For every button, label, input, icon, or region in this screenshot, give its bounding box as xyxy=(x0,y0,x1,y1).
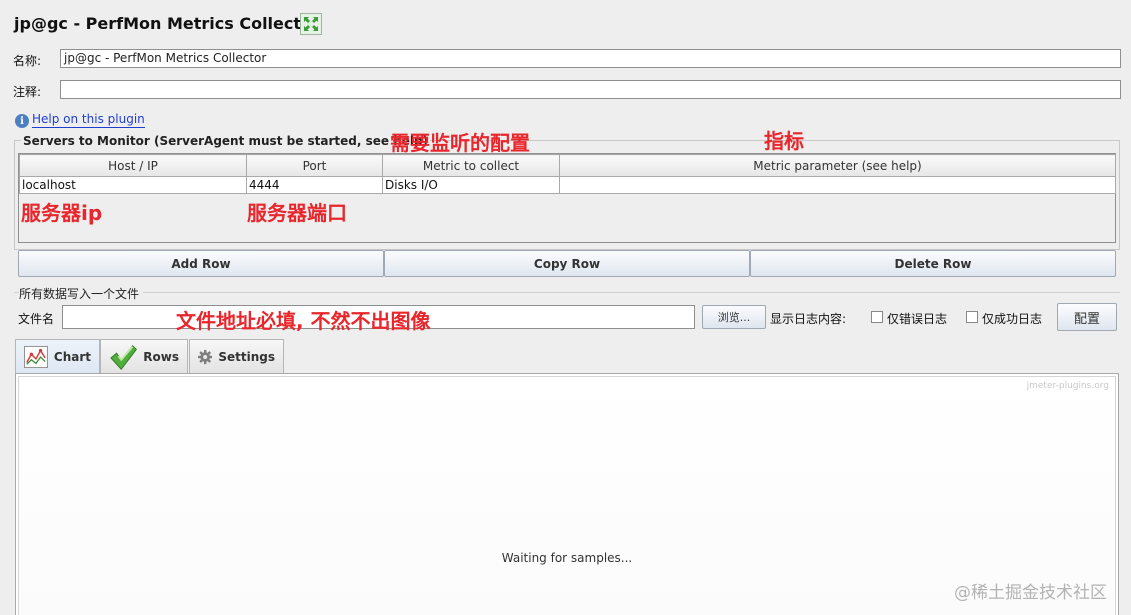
tab-chart-label: Chart xyxy=(53,349,91,364)
name-input[interactable]: jp@gc - PerfMon Metrics Collector xyxy=(60,49,1121,68)
plugin-site-label: jmeter-plugins.org xyxy=(1026,381,1109,391)
comment-input[interactable] xyxy=(60,80,1121,99)
annotation-config: 需要监听的配置 xyxy=(390,131,530,155)
checkmark-icon xyxy=(110,344,137,370)
column-header-port[interactable]: Port xyxy=(246,154,383,177)
table-row[interactable]: localhost 4444 Disks I/O xyxy=(19,176,1116,194)
column-header-param[interactable]: Metric parameter (see help) xyxy=(559,154,1116,177)
annotation-server-port: 服务器端口 xyxy=(247,201,347,225)
help-link[interactable]: Help on this plugin xyxy=(32,112,145,128)
expand-button[interactable] xyxy=(300,13,322,35)
cell-port[interactable]: 4444 xyxy=(246,176,383,194)
annotation-file: 文件地址必填, 不然不出图像 xyxy=(176,309,431,333)
expand-icon xyxy=(304,17,318,31)
annotation-server-ip: 服务器ip xyxy=(21,201,103,225)
column-header-metric[interactable]: Metric to collect xyxy=(382,154,560,177)
servers-group-title: Servers to Monitor (ServerAgent must be … xyxy=(21,134,431,148)
name-label: 名称: xyxy=(13,54,42,68)
file-section-title: 所有数据写入一个文件 xyxy=(19,285,144,302)
errors-only-label: 仅错误日志 xyxy=(887,312,948,326)
watermark: @稀土掘金技术社区 xyxy=(954,583,1107,603)
add-row-button[interactable]: Add Row xyxy=(18,250,384,277)
servers-table[interactable]: Host / IP Port Metric to collect Metric … xyxy=(18,153,1116,243)
window-title: jp@gc - PerfMon Metrics Collector xyxy=(14,14,320,33)
cell-param[interactable] xyxy=(559,176,1116,194)
tab-settings-label: Settings xyxy=(218,349,275,364)
gear-icon xyxy=(198,349,213,364)
delete-row-button[interactable]: Delete Row xyxy=(750,250,1116,277)
cell-host[interactable]: localhost xyxy=(19,176,247,194)
chart-area: jmeter-plugins.org Waiting for samples..… xyxy=(18,376,1116,615)
configure-button[interactable]: 配置 xyxy=(1057,303,1117,331)
tab-chart[interactable]: Chart xyxy=(15,339,100,373)
cell-metric[interactable]: Disks I/O xyxy=(382,176,560,194)
log-display-label: 显示日志内容: xyxy=(770,312,847,326)
filename-label: 文件名 xyxy=(18,312,55,326)
browse-button[interactable]: 浏览... xyxy=(702,305,766,329)
copy-row-button[interactable]: Copy Row xyxy=(384,250,750,277)
errors-only-checkbox[interactable] xyxy=(871,311,883,323)
file-section-divider xyxy=(14,292,1120,293)
annotation-metric: 指标 xyxy=(764,129,804,153)
chart-icon xyxy=(24,345,48,368)
success-only-checkbox[interactable] xyxy=(966,311,978,323)
comment-label: 注释: xyxy=(13,85,42,99)
info-icon: i xyxy=(15,114,29,128)
column-header-host[interactable]: Host / IP xyxy=(19,154,247,177)
tab-rows[interactable]: Rows xyxy=(100,339,188,373)
success-only-label: 仅成功日志 xyxy=(982,312,1043,326)
tab-rows-label: Rows xyxy=(143,349,179,364)
chart-status-text: Waiting for samples... xyxy=(501,551,633,565)
tab-settings[interactable]: Settings xyxy=(189,339,284,373)
